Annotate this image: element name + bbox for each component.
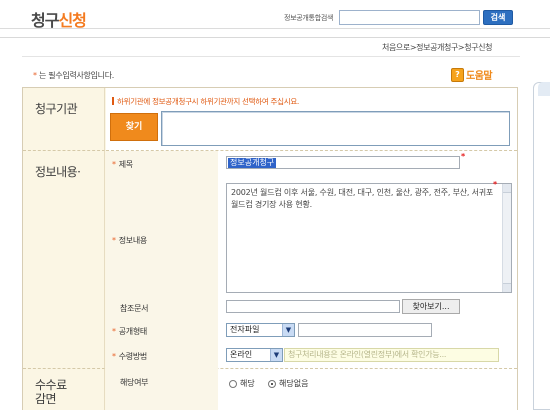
request-form: 청구기관 정보내용· 수수료 감면 하위기관에 정보공개청구시 하위기관까지 선… [22,87,518,410]
content-scrollbar[interactable] [502,184,511,292]
required-star: * [33,71,37,80]
required-star: * [112,236,116,245]
section-title-info: 정보내용· [35,165,81,179]
required-star: * [112,352,116,361]
method-label: * 수령방법 [112,351,147,362]
method-select-value: 온라인 [230,350,253,359]
chevron-down-icon[interactable]: ▼ [282,324,294,336]
chevron-down-icon[interactable]: ▼ [270,349,282,361]
reference-label: 참조문서 [120,304,149,313]
format-label-text: 공개형태 [118,327,148,336]
fee-label-column [106,369,218,410]
content-label: * 정보내용 [112,235,147,246]
content-text: 2002년 월드컵 이후 서울, 수원, 대전, 대구, 인천, 울산, 광주,… [231,188,494,209]
search-button[interactable]: 검색 [483,10,513,25]
fee-radio-no[interactable]: 해당없음 [268,378,308,389]
section-title-agency: 청구기관 [35,102,78,116]
method-note: 청구처리내용은 온라인(열린정부)에서 확인가능... [284,348,499,362]
title-input-value: 정보공개청구 [228,158,277,168]
info-body: * 제목 정보공개청구 * * 정보내용 2002년 월드컵 이후 서울, 수원, … [106,151,517,369]
title-input[interactable]: 정보공개청구 [226,156,460,169]
section-fee: 수수료 감면 [23,369,105,410]
content-textarea[interactable]: 2002년 월드컵 이후 서울, 수원, 대전, 대구, 인천, 울산, 광주,… [226,183,512,293]
agency-hint: 하위기관에 정보공개청구시 하위기관까지 선택하여 주십시요. [112,96,299,107]
radio-icon[interactable] [229,379,237,388]
required-note-text: 는 필수입력사항입니다. [38,71,115,80]
section-title-fee: 수수료 감면 [35,378,67,406]
required-star: * [112,160,116,169]
agency-body: 하위기관에 정보공개청구시 하위기관까지 선택하여 주십시요. 찾기 [106,88,517,151]
reference-file-input[interactable] [226,300,400,313]
fee-radio-yes[interactable]: 해당 [229,378,255,389]
format-label: * 공개형태 [112,326,147,337]
format-select[interactable]: 전자파일 ▼ [226,323,295,337]
method-label-text: 수령방법 [118,352,148,361]
divider [22,56,520,57]
fee-radio-no-label: 해당없음 [279,379,309,388]
fee-body: 해당여부 해당 해당없음 [106,369,517,410]
help-button[interactable]: ? 도움말 [451,66,493,83]
section-agency: 청구기관 [23,88,105,151]
side-panel-tab[interactable] [538,82,550,96]
agency-field[interactable] [161,111,510,146]
help-icon: ? [451,67,464,82]
method-select[interactable]: 온라인 ▼ [226,348,283,362]
agency-hint-text: 하위기관에 정보공개청구시 하위기관까지 선택하여 주십시요. [117,97,300,106]
format-select-value: 전자파일 [230,325,260,334]
scroll-down-icon[interactable] [503,283,511,292]
radio-selected-icon[interactable] [268,379,276,388]
content-label-text: 정보내용 [118,236,148,245]
required-mark: * [493,180,498,189]
breadcrumb: 처음으로>정보공개청구>청구신청 [382,43,493,52]
scroll-up-icon[interactable] [503,184,511,193]
required-mark: * [461,152,466,161]
header-divider [0,28,550,42]
help-label: 도움말 [466,71,493,82]
search-label: 정보공개통합검색 [284,14,334,22]
hint-bar [112,97,114,105]
find-agency-button[interactable]: 찾기 [110,113,158,141]
required-note: * 는 필수입력사항입니다. [33,70,114,81]
fee-radio-yes-label: 해당 [240,379,255,388]
required-star: * [112,327,116,336]
side-panel [533,82,550,410]
format-extra-input[interactable] [298,323,432,337]
section-info: 정보내용· [23,151,105,369]
title-label: * 제목 [112,159,133,170]
browse-button[interactable]: 찾아보기... [402,299,460,314]
title-label-text: 제목 [118,160,133,169]
fee-applicable-label: 해당여부 [120,378,149,387]
search-input[interactable] [339,10,480,25]
